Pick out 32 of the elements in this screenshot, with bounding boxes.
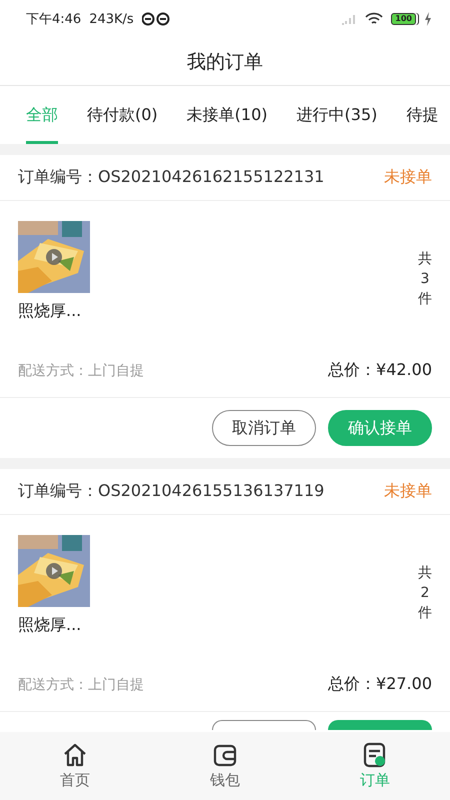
nav-item[interactable]: 首页 [0,732,150,800]
order-number: 订单编号：OS20210426162155122131 [18,167,324,188]
wifi-icon [365,12,384,26]
order-tab[interactable]: 进行中(35) [296,86,378,144]
total-price: 总价：¥27.00 [328,674,432,695]
delivery-method: 配送方式：上门自提 [18,676,144,694]
product-name: 照烧厚... [18,615,82,636]
order-tab[interactable]: 未接单(10) [186,86,268,144]
order-tab[interactable]: 待付款(0) [87,86,158,144]
order-status: 未接单 [384,481,432,502]
product-name: 照烧厚... [18,301,82,322]
total-price: 总价：¥42.00 [328,360,432,381]
order-tab[interactable]: 待提 [406,86,438,144]
confirm-button[interactable] [328,720,432,730]
cancel-button[interactable]: 取消订单 [212,410,316,446]
order-list-icon [362,742,388,768]
home-icon [62,742,88,768]
page-title: 我的订单 [187,50,263,74]
order-status: 未接单 [384,167,432,188]
order-number: 订单编号：OS20210426155136137119 [18,481,324,502]
status-time: 下午4:46 [26,11,82,28]
item-count: 共 3 件 [418,250,432,309]
item-count: 共 2 件 [418,564,432,623]
delivery-method: 配送方式：上门自提 [18,362,144,380]
notification-icon [142,12,170,26]
battery-indicator: 100 [391,13,416,25]
cancel-button[interactable] [212,720,316,730]
network-speed: 243K/s [89,12,134,26]
nav-item[interactable]: 钱包 [150,732,300,800]
charging-icon [424,12,432,26]
signal-icon [341,13,358,25]
wallet-icon [212,742,238,768]
